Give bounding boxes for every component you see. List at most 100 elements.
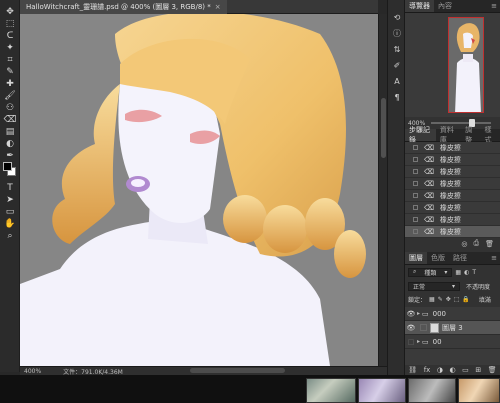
marquee-icon[interactable]: ⬚ [3,18,17,30]
panel-icon-strip: ⟲ ⓘ ⇅ ✐ A ¶ [387,0,405,375]
history-item[interactable]: ⌫ 橡皮擦 [405,202,500,214]
mask-icon[interactable]: ◑ [437,366,443,374]
close-icon[interactable]: × [215,3,221,11]
character-icon[interactable]: A [391,76,403,86]
adjust-icon[interactable]: ⇅ [391,44,403,54]
vertical-scroll-thumb[interactable] [381,98,386,158]
adjustment-icon[interactable]: ◐ [450,366,456,374]
history-item[interactable]: ⌫ 橡皮擦 [405,154,500,166]
panel-menu-icon[interactable]: ≡ [491,0,500,12]
info-icon[interactable]: ⓘ [391,28,403,38]
rectangle-icon[interactable]: ▭ [3,206,17,218]
history-checkbox[interactable] [413,229,418,234]
navigator-view[interactable] [405,13,500,117]
taskbar-thumbnail-1[interactable] [306,378,356,403]
status-zoom[interactable]: 400% [24,368,41,375]
tab-channels[interactable]: 色版 [427,252,449,264]
history-item[interactable]: ⌫ 橡皮擦 [405,214,500,226]
chevron-right-icon[interactable]: ▸ [417,338,420,345]
vertical-scrollbar[interactable] [378,14,387,366]
history-item[interactable]: ⌫ 橡皮擦 [405,166,500,178]
folder-icon[interactable]: ▭ [462,366,469,374]
history-icon[interactable]: ⟲ [391,12,403,22]
visibility-off-box[interactable]: □ [405,338,417,346]
gradient-icon[interactable]: ▤ [3,126,17,138]
layers-menu-icon[interactable]: ≡ [491,252,500,264]
history-item-label: 橡皮擦 [439,227,461,236]
navigator-preview[interactable] [448,17,484,113]
layer-row-00[interactable]: □ ▸ ▭ 00 [405,335,500,349]
lock-artboard-icon[interactable]: ⬚ [454,296,460,303]
history-checkbox[interactable] [413,169,418,174]
brush-icon[interactable]: 🖌 [3,90,17,102]
move-icon[interactable]: ✥ [3,6,17,18]
history-item[interactable]: ⌫ 橡皮擦 [405,142,500,154]
tab-properties[interactable]: 內容 [434,0,456,12]
layer-filter-select[interactable]: ⌕ 種類 ▾ [408,267,453,277]
history-checkbox[interactable] [413,193,418,198]
filter-pixel-icon[interactable]: ▦ [455,269,461,276]
paragraph-icon[interactable]: ¶ [391,92,403,102]
camera-icon[interactable]: ⎙ [474,239,480,248]
layer-row-000[interactable]: 👁 ▸ ▭ 000 [405,307,500,321]
tab-adjustments[interactable]: 調整 [461,126,480,144]
tab-navigator[interactable]: 導覽器 [405,0,434,12]
tab-history[interactable]: 步驟記錄 [405,126,436,144]
healing-brush-icon[interactable]: ✚ [3,78,17,90]
brush-settings-icon[interactable]: ✐ [391,60,403,70]
search-icon: ⌕ [413,268,417,275]
history-checkbox[interactable] [413,217,418,222]
new-layer-icon[interactable]: ⊞ [475,366,481,374]
hand-icon[interactable]: ✋ [3,218,17,230]
path-select-icon[interactable]: ➤ [3,194,17,206]
layers-lock-row: 鎖定： ▦ ✎ ✥ ⬚ 🔒 填滿 [405,294,500,305]
canvas-area[interactable] [20,14,378,366]
taskbar-thumbnail-2[interactable] [358,378,406,403]
filter-type-icon[interactable]: T [472,269,476,276]
fx-icon[interactable]: fx [424,366,431,374]
trash-icon[interactable]: 🗑 [488,366,497,374]
history-checkbox[interactable] [413,157,418,162]
eraser-icon: ⌫ [424,203,434,212]
history-item[interactable]: ⌫ 橡皮擦 [405,226,500,238]
magic-wand-icon[interactable]: ✦ [3,42,17,54]
clone-stamp-icon[interactable]: ⚇ [3,102,17,114]
lock-all-icon[interactable]: 🔒 [462,296,469,303]
history-item[interactable]: ⌫ 橡皮擦 [405,178,500,190]
visibility-eye-icon[interactable]: 👁 [405,324,417,332]
pen-icon[interactable]: ✒ [3,150,17,162]
lock-paint-icon[interactable]: ✎ [438,296,443,303]
lasso-icon[interactable]: ᑕ [3,30,17,42]
history-checkbox[interactable] [413,205,418,210]
artwork-canvas[interactable] [20,14,378,366]
chevron-right-icon[interactable]: ▸ [417,310,420,317]
taskbar-thumbnail-4[interactable] [458,378,500,403]
history-item[interactable]: ⌫ 橡皮擦 [405,190,500,202]
zoom-icon[interactable]: ⌕ [3,230,17,242]
eyedropper-icon[interactable]: ✎ [3,66,17,78]
lock-move-icon[interactable]: ✥ [446,296,451,303]
history-checkbox[interactable] [413,145,418,150]
visibility-eye-icon[interactable]: 👁 [405,310,417,318]
trash-icon[interactable]: 🗑 [485,240,494,248]
horizontal-scroll-thumb[interactable] [190,368,285,373]
crop-icon[interactable]: ⌗ [3,54,17,66]
history-checkbox[interactable] [413,181,418,186]
type-icon[interactable]: T [3,182,17,194]
navigator-zoom-slider[interactable] [431,119,492,127]
taskbar-thumbnail-3[interactable] [408,378,456,403]
new-snapshot-icon[interactable]: ◎ [461,240,467,248]
tab-styles[interactable]: 樣式 [481,126,500,144]
foreground-color-swatch[interactable] [3,162,12,171]
tab-libraries[interactable]: 資料庫 [436,126,461,144]
lock-pixels-icon[interactable]: ▦ [429,296,435,303]
eraser-icon[interactable]: ⌫ [3,114,17,126]
dodge-icon[interactable]: ◐ [3,138,17,150]
blend-mode-select[interactable]: 正常 ▾ [408,281,460,291]
filter-adjust-icon[interactable]: ◐ [464,269,469,276]
tab-layers[interactable]: 圖層 [405,252,427,264]
layer-row-layer3[interactable]: 👁 圖層 3 [405,321,500,335]
tab-paths[interactable]: 路徑 [449,252,471,264]
link-icon[interactable]: ⛓ [408,366,417,374]
document-tab[interactable]: HalloWitchcraft_靈珊譜.psd @ 400% (圖層 3, RG… [20,0,227,14]
